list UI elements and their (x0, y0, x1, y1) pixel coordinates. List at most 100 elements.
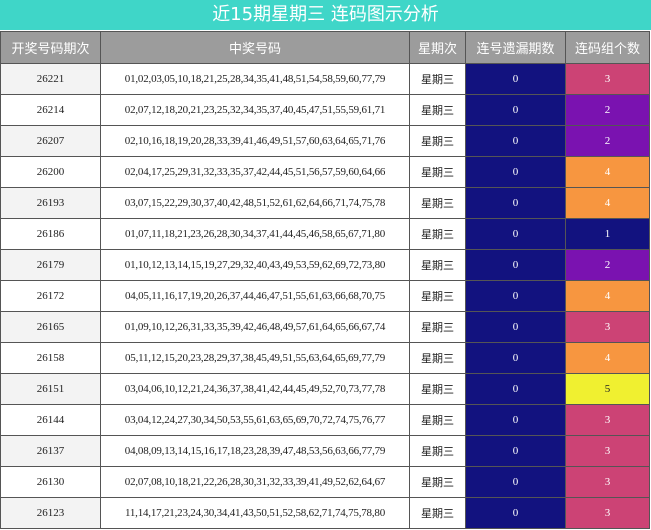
missed-cell: 0 (465, 156, 566, 188)
table-row: 26179 01,10,12,13,14,15,19,27,29,32,40,43… (0, 249, 650, 281)
missed-cell: 0 (465, 342, 566, 374)
weekday-cell: 星期三 (409, 466, 466, 498)
numbers-cell: 02,10,16,18,19,20,28,33,39,41,46,49,51,5… (100, 125, 410, 157)
table-row: 26207 02,10,16,18,19,20,28,33,39,41,46,49… (0, 125, 650, 157)
missed-cell: 0 (465, 125, 566, 157)
table-row: 26151 03,04,06,10,12,21,24,36,37,38,41,42… (0, 373, 650, 405)
groups-cell: 3 (565, 466, 650, 498)
groups-cell: 2 (565, 125, 650, 157)
missed-cell: 0 (465, 435, 566, 467)
table-row: 26172 04,05,11,16,17,19,20,26,37,44,46,47… (0, 280, 650, 312)
groups-cell: 3 (565, 497, 650, 529)
header-numbers: 中奖号码 (100, 31, 410, 64)
period-cell: 26207 (0, 125, 101, 157)
table-row: 26200 02,04,17,25,29,31,32,33,35,37,42,44… (0, 156, 650, 188)
weekday-cell: 星期三 (409, 218, 466, 250)
numbers-cell: 04,05,11,16,17,19,20,26,37,44,46,47,51,5… (100, 280, 410, 312)
groups-cell: 5 (565, 373, 650, 405)
table-row: 26221 01,02,03,05,10,18,21,25,28,34,35,41… (0, 63, 650, 95)
table-row: 26186 01,07,11,18,21,23,26,28,30,34,37,41… (0, 218, 650, 250)
missed-cell: 0 (465, 63, 566, 95)
header-row: 开奖号码期次 中奖号码 星期次 连号遗漏期数 连码组个数 (0, 31, 650, 64)
table-row: 26165 01,09,10,12,26,31,33,35,39,42,46,48… (0, 311, 650, 343)
period-cell: 26151 (0, 373, 101, 405)
numbers-cell: 02,04,17,25,29,31,32,33,35,37,42,44,45,5… (100, 156, 410, 188)
groups-cell: 3 (565, 435, 650, 467)
numbers-cell: 02,07,08,10,18,21,22,26,28,30,31,32,33,3… (100, 466, 410, 498)
numbers-cell: 01,09,10,12,26,31,33,35,39,42,46,48,49,5… (100, 311, 410, 343)
period-cell: 26179 (0, 249, 101, 281)
groups-cell: 4 (565, 156, 650, 188)
period-cell: 26137 (0, 435, 101, 467)
period-cell: 26214 (0, 94, 101, 126)
weekday-cell: 星期三 (409, 187, 466, 219)
weekday-cell: 星期三 (409, 342, 466, 374)
groups-cell: 2 (565, 249, 650, 281)
missed-cell: 0 (465, 466, 566, 498)
table-row: 26193 03,07,15,22,29,30,37,40,42,48,51,52… (0, 187, 650, 219)
results-table: 开奖号码期次 中奖号码 星期次 连号遗漏期数 连码组个数 26221 01,02,… (0, 31, 650, 529)
groups-cell: 4 (565, 280, 650, 312)
header-weekday: 星期次 (409, 31, 466, 64)
table-row: 26137 04,08,09,13,14,15,16,17,18,23,28,39… (0, 435, 650, 467)
period-cell: 26165 (0, 311, 101, 343)
groups-cell: 3 (565, 63, 650, 95)
table-row: 26214 02,07,12,18,20,21,23,25,32,34,35,37… (0, 94, 650, 126)
weekday-cell: 星期三 (409, 404, 466, 436)
table-row: 26130 02,07,08,10,18,21,22,26,28,30,31,32… (0, 466, 650, 498)
missed-cell: 0 (465, 218, 566, 250)
missed-cell: 0 (465, 280, 566, 312)
period-cell: 26221 (0, 63, 101, 95)
weekday-cell: 星期三 (409, 280, 466, 312)
numbers-cell: 01,10,12,13,14,15,19,27,29,32,40,43,49,5… (100, 249, 410, 281)
period-cell: 26200 (0, 156, 101, 188)
period-cell: 26130 (0, 466, 101, 498)
missed-cell: 0 (465, 249, 566, 281)
table-body: 26221 01,02,03,05,10,18,21,25,28,34,35,41… (0, 63, 650, 529)
table-row: 26158 05,11,12,15,20,23,28,29,37,38,45,49… (0, 342, 650, 374)
missed-cell: 0 (465, 497, 566, 529)
weekday-cell: 星期三 (409, 125, 466, 157)
weekday-cell: 星期三 (409, 373, 466, 405)
weekday-cell: 星期三 (409, 311, 466, 343)
table-row: 26144 03,04,12,24,27,30,34,50,53,55,61,63… (0, 404, 650, 436)
missed-cell: 0 (465, 187, 566, 219)
weekday-cell: 星期三 (409, 63, 466, 95)
groups-cell: 2 (565, 94, 650, 126)
groups-cell: 3 (565, 404, 650, 436)
period-cell: 26172 (0, 280, 101, 312)
numbers-cell: 04,08,09,13,14,15,16,17,18,23,28,39,47,4… (100, 435, 410, 467)
groups-cell: 4 (565, 342, 650, 374)
weekday-cell: 星期三 (409, 497, 466, 529)
period-cell: 26123 (0, 497, 101, 529)
missed-cell: 0 (465, 404, 566, 436)
weekday-cell: 星期三 (409, 94, 466, 126)
chart-container: 近15期星期三 连码图示分析 开奖号码期次 中奖号码 星期次 连号遗漏期数 连码… (0, 0, 651, 530)
numbers-cell: 11,14,17,21,23,24,30,34,41,43,50,51,52,5… (100, 497, 410, 529)
groups-cell: 1 (565, 218, 650, 250)
period-cell: 26193 (0, 187, 101, 219)
missed-cell: 0 (465, 311, 566, 343)
period-cell: 26158 (0, 342, 101, 374)
header-groups: 连码组个数 (565, 31, 650, 64)
weekday-cell: 星期三 (409, 435, 466, 467)
weekday-cell: 星期三 (409, 249, 466, 281)
header-period: 开奖号码期次 (0, 31, 101, 64)
period-cell: 26144 (0, 404, 101, 436)
table-row: 26123 11,14,17,21,23,24,30,34,41,43,50,51… (0, 497, 650, 529)
numbers-cell: 03,04,12,24,27,30,34,50,53,55,61,63,65,6… (100, 404, 410, 436)
groups-cell: 4 (565, 187, 650, 219)
groups-cell: 3 (565, 311, 650, 343)
numbers-cell: 03,07,15,22,29,30,37,40,42,48,51,52,61,6… (100, 187, 410, 219)
period-cell: 26186 (0, 218, 101, 250)
numbers-cell: 03,04,06,10,12,21,24,36,37,38,41,42,44,4… (100, 373, 410, 405)
numbers-cell: 05,11,12,15,20,23,28,29,37,38,45,49,51,5… (100, 342, 410, 374)
missed-cell: 0 (465, 94, 566, 126)
page-title: 近15期星期三 连码图示分析 (0, 0, 651, 31)
weekday-cell: 星期三 (409, 156, 466, 188)
numbers-cell: 01,02,03,05,10,18,21,25,28,34,35,41,48,5… (100, 63, 410, 95)
numbers-cell: 01,07,11,18,21,23,26,28,30,34,37,41,44,4… (100, 218, 410, 250)
numbers-cell: 02,07,12,18,20,21,23,25,32,34,35,37,40,4… (100, 94, 410, 126)
missed-cell: 0 (465, 373, 566, 405)
header-missed: 连号遗漏期数 (465, 31, 566, 64)
